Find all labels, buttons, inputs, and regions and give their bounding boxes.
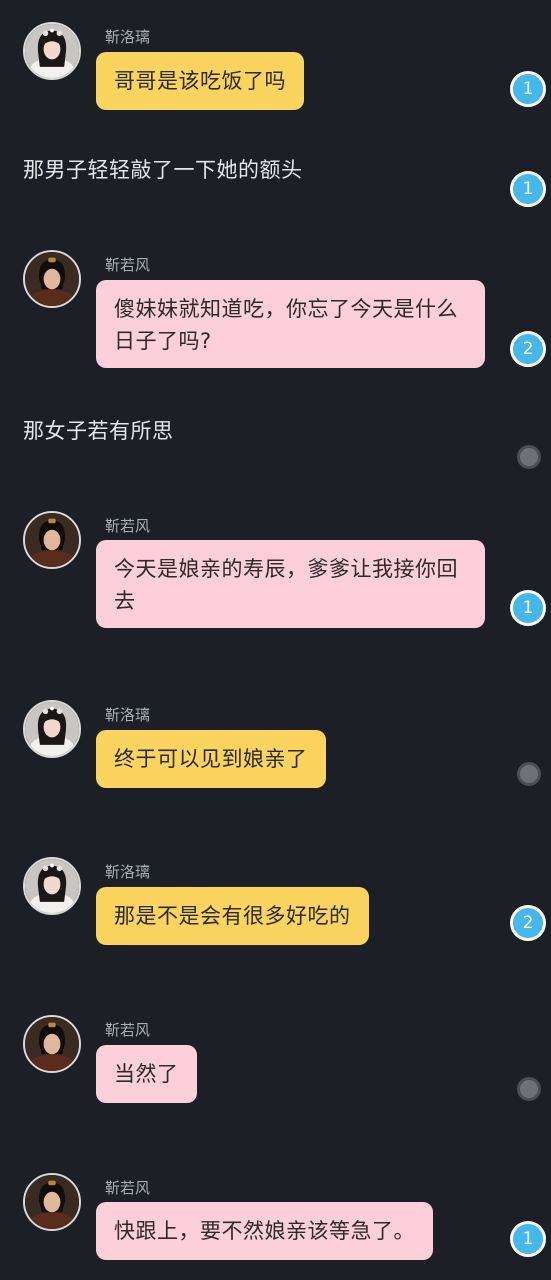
speaker-name: 靳洛璃 [105,706,151,724]
chat-bubble[interactable]: 傻妹妹就知道吃，你忘了今天是什么日子了吗? [96,280,485,368]
chat-bubble[interactable]: 终于可以见到娘亲了 [96,730,326,788]
speaker-name: 靳若风 [105,256,151,274]
message-count-badge[interactable]: 2 [510,905,546,941]
read-dot-indicator [517,762,541,786]
speaker-name: 靳洛璃 [105,28,151,46]
message-count-badge[interactable]: 1 [510,590,546,626]
chat-bubble[interactable]: 今天是娘亲的寿辰，爹爹让我接你回去 [96,540,485,628]
speaker-name: 靳若风 [105,517,151,535]
male-avatar-icon[interactable] [23,1015,81,1073]
male-avatar-icon[interactable] [23,511,81,569]
speaker-name: 靳若风 [105,1021,151,1039]
read-dot-indicator [517,445,541,469]
message-count-badge[interactable]: 1 [510,171,546,207]
speaker-name: 靳若风 [105,1179,151,1197]
message-count-badge[interactable]: 2 [510,331,546,367]
chat-bubble[interactable]: 当然了 [96,1045,197,1103]
narration-text: 那男子轻轻敲了一下她的额头 [23,158,303,182]
chat-bubble[interactable]: 快跟上，要不然娘亲该等急了。 [96,1202,433,1260]
read-dot-indicator [517,1077,541,1101]
female-avatar-icon[interactable] [23,22,81,80]
female-avatar-icon[interactable] [23,857,81,915]
male-avatar-icon[interactable] [23,1173,81,1231]
narration-text: 那女子若有所思 [23,419,174,443]
chat-bubble[interactable]: 那是不是会有很多好吃的 [96,887,369,945]
female-avatar-icon[interactable] [23,700,81,758]
message-count-badge[interactable]: 1 [510,1221,546,1257]
speaker-name: 靳洛璃 [105,863,151,881]
message-count-badge[interactable]: 1 [510,71,546,107]
male-avatar-icon[interactable] [23,250,81,308]
chat-screen: 靳洛璃 哥哥是该吃饭了吗 1 那男子轻轻敲了一下她的额头 1 靳若风 傻妹妹就知… [0,0,551,1280]
chat-bubble[interactable]: 哥哥是该吃饭了吗 [96,52,304,110]
